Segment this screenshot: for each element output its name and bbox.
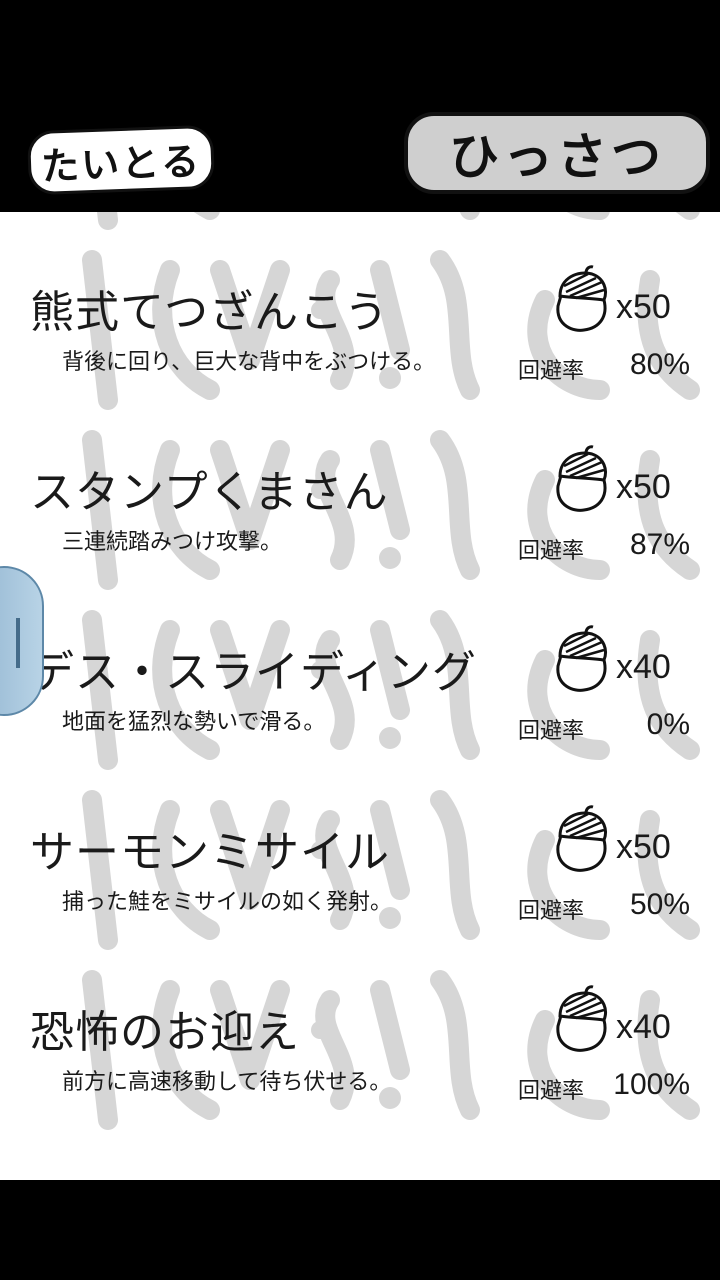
cost-value: x50 <box>616 828 671 866</box>
skill-name: サーモンミサイル <box>30 827 390 878</box>
skill-row-4[interactable]: サーモンミサイル 捕った鮭をミサイルの如く発射。 x50 回避率 50% <box>0 780 720 960</box>
acorn-icon <box>556 265 607 332</box>
evade-value: 100% <box>613 1068 690 1101</box>
skill-name: デス・スライディング <box>30 647 477 698</box>
evade-label: 回避率 <box>518 899 585 924</box>
cost-value: x50 <box>616 468 671 506</box>
grip-lines <box>16 618 20 668</box>
evade-label: 回避率 <box>518 1079 585 1104</box>
cost-value: x40 <box>616 648 671 686</box>
acorn-icon <box>556 445 607 512</box>
skill-row-3[interactable]: デス・スライディング 地面を猛烈な勢いで滑る。 x40 回避率 0% <box>0 600 720 780</box>
evade-value: 0% <box>646 708 690 741</box>
skill-row-2[interactable]: スタンプくまさん 三連続踏みつけ攻撃。 x50 回避率 87% <box>0 420 720 600</box>
skill-name: スタンプくまさん <box>30 467 389 518</box>
title-button[interactable]: たいとる <box>26 124 216 196</box>
drawer-handle-icon[interactable] <box>0 566 44 716</box>
skill-description: 地面を猛烈な勢いで滑る。 <box>62 710 326 735</box>
skill-description: 捕った鮭をミサイルの如く発射。 <box>62 890 393 915</box>
evade-value: 50% <box>629 888 690 921</box>
special-moves-button[interactable]: ひっさつ <box>404 112 710 194</box>
evade-label: 回避率 <box>518 539 585 564</box>
evade-value: 87% <box>629 528 690 561</box>
skill-row-1[interactable]: 熊式てつざんこう 背後に回り、巨大な背中をぶつける。 x50 回避率 80% <box>0 240 720 420</box>
skill-list[interactable]: ストーキングベアー 徐々に接近してくるクマ。 x30 回避率 80% <box>0 212 720 1180</box>
skill-description: 背後に回り、巨大な背中をぶつける。 <box>62 350 436 375</box>
skill-description: 三連続踏みつけ攻撃。 <box>62 530 283 555</box>
cost-value: x40 <box>616 1008 671 1046</box>
scribble-background <box>97 212 700 230</box>
acorn-icon <box>556 625 607 692</box>
skill-row-0[interactable]: ストーキングベアー 徐々に接近してくるクマ。 x30 回避率 80% <box>0 212 720 240</box>
cost-value: x50 <box>616 288 671 326</box>
footer-bar <box>0 1180 720 1280</box>
skill-name: 恐怖のお迎え <box>30 1007 300 1058</box>
acorn-icon <box>556 805 607 872</box>
skill-row-5[interactable]: 恐怖のお迎え 前方に高速移動して待ち伏せる。 x40 回避率 100% <box>0 960 720 1140</box>
skill-name: 熊式てつざんこう <box>30 287 390 338</box>
evade-value: 80% <box>629 348 690 381</box>
header-bar: たいとる ひっさつ <box>0 0 720 212</box>
acorn-icon <box>556 985 607 1052</box>
skill-description: 前方に高速移動して待ち伏せる。 <box>62 1070 392 1095</box>
evade-label: 回避率 <box>518 359 585 384</box>
evade-label: 回避率 <box>518 719 585 744</box>
